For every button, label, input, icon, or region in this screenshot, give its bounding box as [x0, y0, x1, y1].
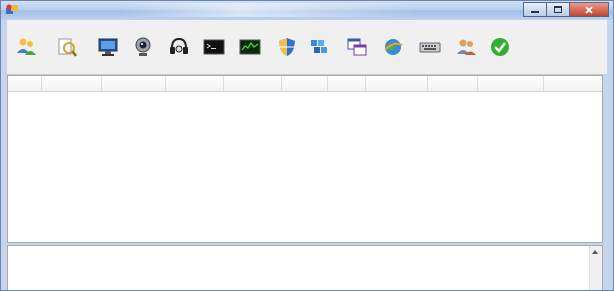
- create-client-icon: [457, 39, 476, 55]
- title-bar[interactable]: [1, 1, 613, 20]
- window-controls: [523, 2, 609, 17]
- window-manager-icon: [347, 38, 367, 56]
- screen-control-icon: [98, 38, 118, 56]
- app-logo-icon: [6, 4, 18, 14]
- app-window: [0, 0, 614, 291]
- table-header: [8, 76, 602, 92]
- toolbar-keylogger-button[interactable]: [411, 36, 449, 72]
- toolbar-file-manager-button[interactable]: [48, 36, 86, 72]
- title-bar-glass: [121, 3, 421, 17]
- user-online-icon: [17, 38, 36, 55]
- minimize-icon: [531, 10, 539, 13]
- close-window-button[interactable]: [569, 2, 609, 17]
- client-list-table[interactable]: [7, 75, 603, 243]
- process-icon: [239, 39, 261, 55]
- column-header-os[interactable]: [224, 76, 282, 91]
- column-header-location[interactable]: [478, 76, 544, 91]
- webcam-icon: [135, 37, 151, 56]
- registry-icon: [311, 40, 327, 53]
- toolbar-minimize-button[interactable]: [481, 36, 519, 72]
- toolbar-remote-terminal-button[interactable]: [195, 36, 233, 72]
- toolbar-voice-monitor-button[interactable]: [160, 36, 198, 72]
- column-header-hostname[interactable]: [166, 76, 224, 91]
- toolbar-registry-button[interactable]: [301, 36, 339, 72]
- toolbar-share-manager-button[interactable]: [374, 36, 412, 72]
- headset-icon: [170, 37, 188, 54]
- toolbar: [7, 34, 607, 75]
- column-header-wan-ip[interactable]: [42, 76, 102, 91]
- menu-bar: [7, 20, 607, 34]
- column-header-memory[interactable]: [328, 76, 366, 91]
- share-globe-icon: [384, 39, 403, 55]
- column-header-filler: [544, 76, 602, 91]
- toolbar-process-manager-button[interactable]: [231, 36, 269, 72]
- toolbar-screen-control-button[interactable]: [89, 36, 127, 72]
- toolbar-webcam-button[interactable]: [124, 36, 162, 72]
- terminal-icon: [203, 39, 225, 55]
- close-icon: [585, 5, 593, 14]
- column-header-lan-ip[interactable]: [102, 76, 166, 91]
- file-manager-icon: [58, 38, 77, 57]
- status-log-panel[interactable]: [7, 245, 603, 290]
- scroll-up-arrow-icon[interactable]: [592, 250, 598, 254]
- toolbar-window-manager-button[interactable]: [338, 36, 376, 72]
- keyboard-icon: [419, 42, 441, 53]
- service-shield-icon: [279, 38, 295, 56]
- minimize-window-button[interactable]: [523, 2, 547, 17]
- toolbar-user-online-button[interactable]: [7, 36, 45, 72]
- minimize-check-icon: [491, 38, 509, 56]
- maximize-window-button[interactable]: [546, 2, 570, 17]
- column-header-index[interactable]: [8, 76, 42, 91]
- log-scrollbar[interactable]: [589, 246, 602, 290]
- column-header-notes[interactable]: [428, 76, 478, 91]
- maximize-icon: [554, 6, 562, 13]
- column-header-username[interactable]: [366, 76, 428, 91]
- column-header-cpu[interactable]: [282, 76, 328, 91]
- toolbar-create-client-button[interactable]: [447, 36, 485, 72]
